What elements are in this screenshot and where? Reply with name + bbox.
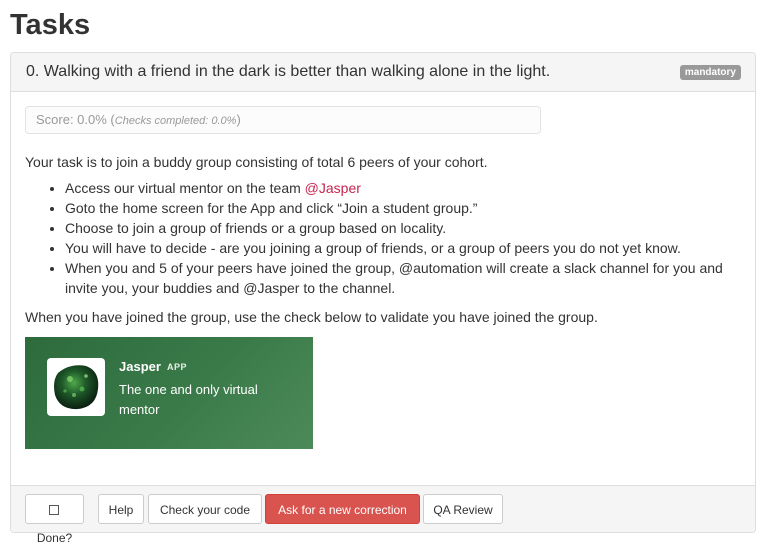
task-intro: Your task is to join a buddy group consi… xyxy=(25,154,488,170)
checks-completed: Checks completed: 0.0% xyxy=(114,115,237,127)
score-box: Score: 0.0% (Checks completed: 0.0%) xyxy=(25,106,541,134)
task-body: Score: 0.0% (Checks completed: 0.0%) You… xyxy=(11,92,755,449)
card-name: Jasper xyxy=(119,359,161,374)
mandatory-badge: mandatory xyxy=(679,65,741,80)
task-heading: 0. Walking with a friend in the dark is … xyxy=(11,53,755,92)
jasper-mention-link[interactable]: @Jasper xyxy=(305,180,361,196)
list-item: Goto the home screen for the App and cli… xyxy=(65,198,741,218)
score-close: ) xyxy=(236,112,241,127)
page-title: Tasks xyxy=(10,9,91,41)
qa-review-button[interactable]: QA Review xyxy=(423,494,503,524)
task-title: 0. Walking with a friend in the dark is … xyxy=(26,63,551,80)
task-panel: 0. Walking with a friend in the dark is … xyxy=(10,52,756,545)
jasper-app-card: Jasper APP The one and only virtual ment… xyxy=(25,337,313,449)
step-text: Access our virtual mentor on the team xyxy=(65,180,305,196)
task-steps: Access our virtual mentor on the team @J… xyxy=(25,178,741,298)
task-outro: When you have joined the group, use the … xyxy=(25,309,598,325)
task-footer: Done? Help Check your code Ask for a new… xyxy=(11,485,755,545)
score-label: Score: 0.0% ( xyxy=(36,112,115,127)
done-label: Done? xyxy=(36,531,73,545)
help-button[interactable]: Help xyxy=(98,494,144,524)
new-correction-button[interactable]: Ask for a new correction xyxy=(265,494,420,524)
checkbox-icon xyxy=(48,505,59,515)
card-description: The one and only virtual mentor xyxy=(119,382,258,417)
list-item: Choose to join a group of friends or a g… xyxy=(65,218,741,238)
list-item: You will have to decide - are you joinin… xyxy=(65,238,741,258)
app-tag: APP xyxy=(167,362,188,372)
green-gem-avatar-icon xyxy=(54,365,99,410)
list-item: Access our virtual mentor on the team @J… xyxy=(65,178,741,198)
done-button[interactable]: Done? xyxy=(25,494,84,545)
list-item: When you and 5 of your peers have joined… xyxy=(65,258,741,298)
check-code-button[interactable]: Check your code xyxy=(148,494,262,524)
avatar xyxy=(47,358,105,416)
